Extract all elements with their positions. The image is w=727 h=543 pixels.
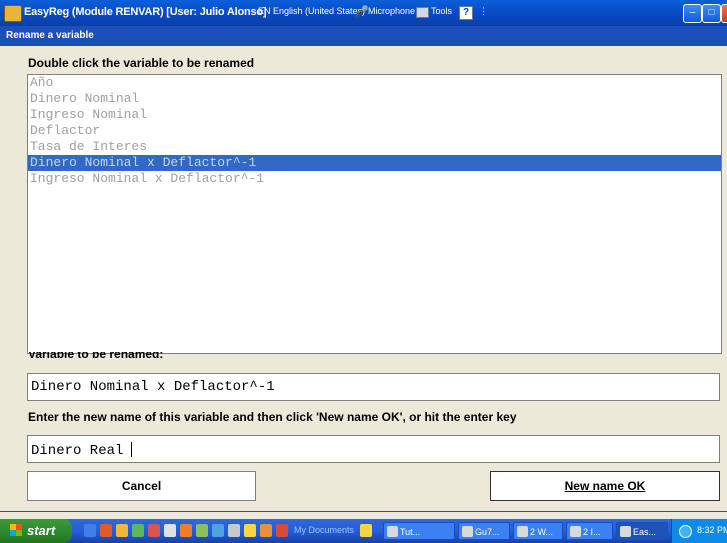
- quicklaunch-icon[interactable]: [100, 524, 112, 537]
- taskbar-button-active[interactable]: Eas...: [616, 522, 668, 540]
- list-item[interactable]: Tasa de Interes: [28, 139, 721, 155]
- list-item[interactable]: Ingreso Nominal: [28, 107, 721, 123]
- list-item[interactable]: Año: [28, 75, 721, 91]
- window-title: EasyReg (Module RENVAR) [User: Julio Alo…: [24, 6, 267, 18]
- quicklaunch-icon[interactable]: [276, 524, 288, 537]
- app-icon[interactable]: [4, 5, 22, 22]
- ie-icon: [570, 526, 581, 537]
- minimize-button[interactable]: –: [683, 4, 702, 23]
- new-name-ok-button[interactable]: New name OK: [490, 471, 720, 501]
- windows-logo-icon: [10, 524, 22, 536]
- language-bar-options-icon[interactable]: ⋮: [479, 6, 488, 17]
- quicklaunch-icon[interactable]: [196, 524, 208, 537]
- list-item[interactable]: Dinero Nominal: [28, 91, 721, 107]
- current-variable-value: Dinero Nominal x Deflactor^-1: [31, 379, 275, 395]
- taskbar-button[interactable]: Tut...: [383, 522, 455, 540]
- close-button[interactable]: [721, 4, 727, 23]
- window-title-bar[interactable]: EasyReg (Module RENVAR) [User: Julio Alo…: [0, 0, 727, 26]
- list-item[interactable]: Ingreso Nominal x Deflactor^-1: [28, 171, 721, 187]
- variable-list[interactable]: Año Dinero Nominal Ingreso Nominal Defla…: [27, 74, 722, 354]
- taskbar-button[interactable]: 2 W...: [513, 522, 563, 540]
- dialog-title-bar: Rename a variable: [0, 26, 727, 46]
- quicklaunch-icon[interactable]: [132, 524, 144, 537]
- language-indicator[interactable]: EN English (United States): [258, 6, 365, 16]
- folder-icon[interactable]: [360, 524, 372, 537]
- quicklaunch-icon[interactable]: [164, 524, 176, 537]
- quicklaunch-icon[interactable]: [148, 524, 160, 537]
- quicklaunch-icon[interactable]: [180, 524, 192, 537]
- tools-button[interactable]: Tools: [431, 6, 452, 16]
- taskbar-button[interactable]: Gu7...: [458, 522, 510, 540]
- easyreg-icon: [620, 526, 631, 537]
- app-icon: [462, 526, 473, 537]
- current-variable-field: Dinero Nominal x Deflactor^-1: [27, 373, 720, 401]
- variable-list-prompt: Double click the variable to be renamed: [28, 56, 255, 70]
- microphone-icon[interactable]: 🎤: [355, 5, 369, 18]
- dialog-title: Rename a variable: [6, 30, 94, 41]
- tray-arrow-icon[interactable]: [679, 525, 692, 538]
- list-item[interactable]: Deflactor: [28, 123, 721, 139]
- clock[interactable]: 8:32 PM: [697, 525, 727, 535]
- microphone-button[interactable]: Microphone: [368, 6, 415, 16]
- word-icon: [387, 526, 398, 537]
- quicklaunch-icon[interactable]: [260, 524, 272, 537]
- quicklaunch-icon[interactable]: [212, 524, 224, 537]
- quicklaunch-icon[interactable]: [228, 524, 240, 537]
- quicklaunch-icon[interactable]: [116, 524, 128, 537]
- window-frame: [0, 511, 727, 512]
- new-name-prompt: Enter the new name of this variable and …: [28, 410, 517, 424]
- taskbar-button[interactable]: 2 I...: [566, 522, 613, 540]
- my-documents-link[interactable]: My Documents: [294, 525, 354, 535]
- start-label: start: [27, 523, 56, 538]
- maximize-button[interactable]: □: [702, 4, 721, 23]
- start-button[interactable]: start: [0, 519, 72, 543]
- cancel-button[interactable]: Cancel: [27, 471, 256, 501]
- system-tray: 8:32 PM: [671, 519, 727, 543]
- taskbar: start My Documents Tut... Gu7... 2 W... …: [0, 519, 727, 543]
- folder-icon: [517, 526, 528, 537]
- tools-icon[interactable]: [416, 7, 429, 18]
- list-item-selected[interactable]: Dinero Nominal x Deflactor^-1: [28, 155, 721, 171]
- new-name-ok-label: New name OK: [564, 479, 646, 493]
- ie-icon[interactable]: [84, 524, 96, 537]
- help-icon[interactable]: ?: [459, 6, 473, 20]
- quicklaunch-icon[interactable]: [244, 524, 256, 537]
- text-caret: [131, 442, 132, 457]
